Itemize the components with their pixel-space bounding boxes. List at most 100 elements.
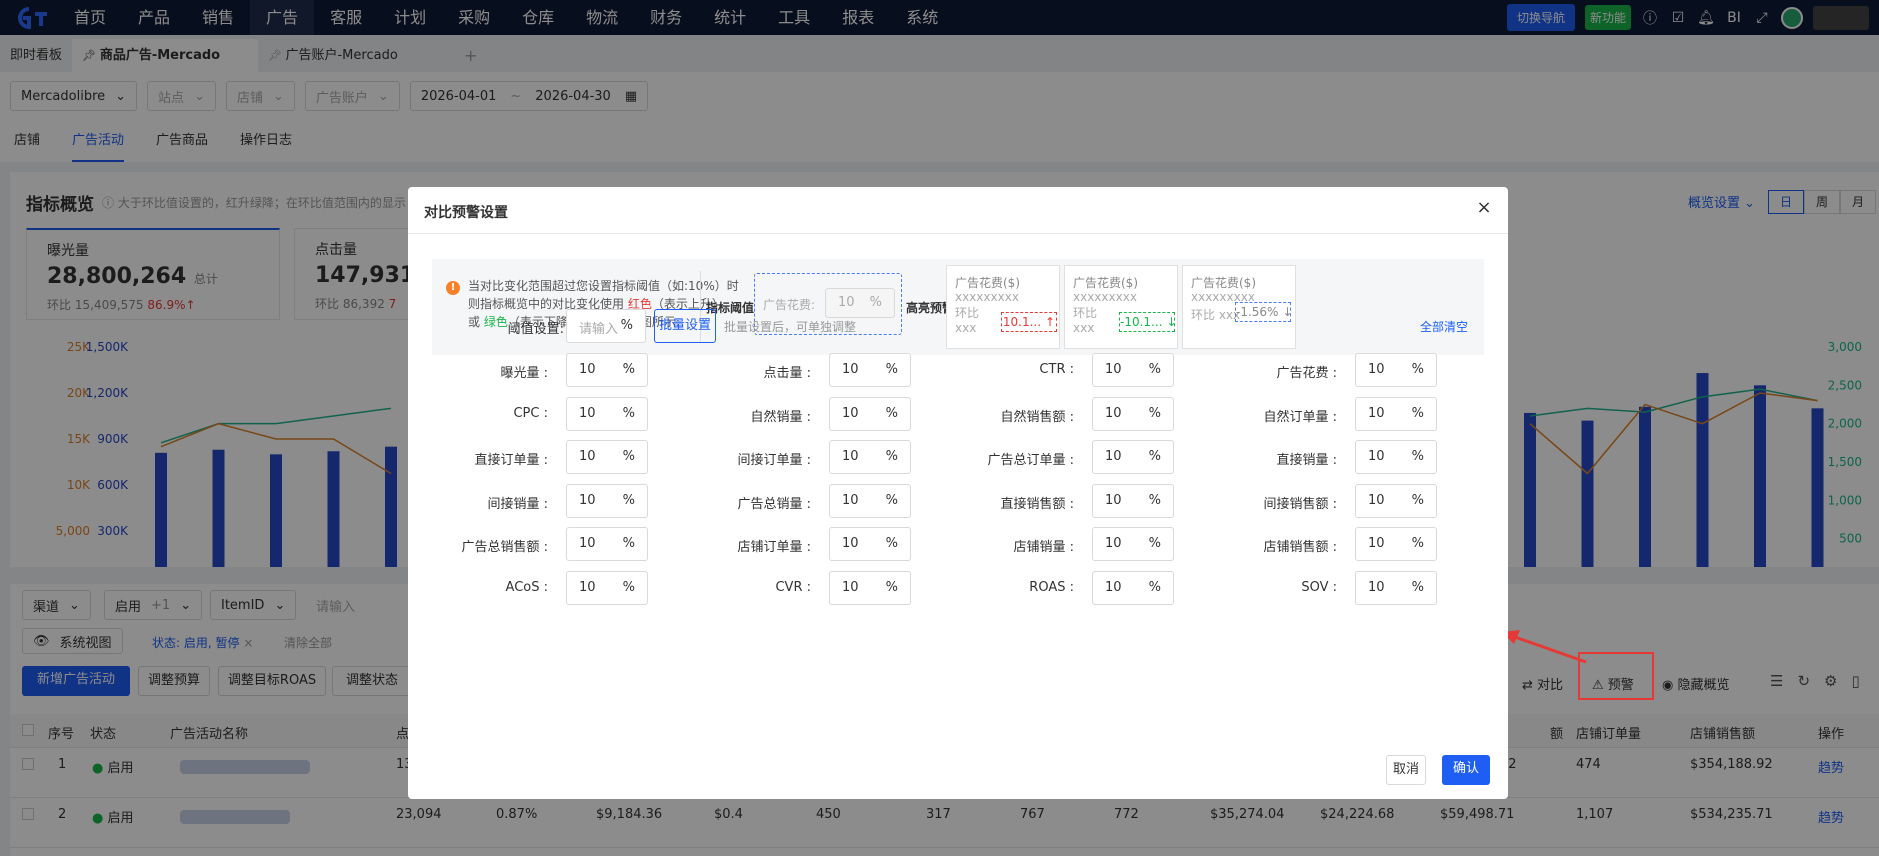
field-label: 自然订单量 : [1207,406,1337,425]
threshold-field-input[interactable]: 10% [566,440,648,474]
field-colon: : [539,496,548,512]
example-card-title: 广告花费($) [1073,276,1138,290]
field-colon: : [1328,366,1337,381]
threshold-input[interactable]: 请输入% [566,309,646,343]
threshold-field-input[interactable]: 10% [829,353,911,387]
close-icon[interactable]: × [1474,197,1494,218]
field-pct: % [1411,449,1424,464]
confirm-button[interactable]: 确认 [1442,755,1490,785]
field-value: 10 [842,492,859,508]
field-colon: : [802,366,811,381]
field-pct: % [1411,362,1424,377]
field-label: 直接订单量 : [418,449,548,468]
field-label-text: 直接销量 [1276,453,1329,468]
field-value: 10 [842,579,859,595]
field-label-text: CPC [513,405,540,421]
field-label: 店铺销量 : [944,536,1074,555]
threshold-placeholder: 请输入 [579,322,619,337]
example-card-title: 广告花费($) [1191,276,1256,290]
arrow-down-icon: ↓ [1166,315,1177,329]
threshold-field-input[interactable]: 10% [1092,483,1174,518]
field-value: 10 [1368,405,1385,421]
field-pct: % [1148,405,1161,421]
threshold-field-input[interactable]: 10% [829,440,911,474]
field-pct: % [885,579,898,595]
threshold-field-input[interactable]: 10% [1355,570,1437,605]
threshold-field-input[interactable]: 10% [1355,440,1437,474]
field-label-text: 自然销量 [750,409,803,425]
ring-value: xxx [955,321,977,335]
ring-label: 环比 [1073,306,1098,320]
field-value: 10 [842,362,859,377]
threshold-field-input[interactable]: 10% [829,483,911,518]
cancel-button[interactable]: 取消 [1386,755,1426,785]
field-value: 10 [842,449,859,464]
field-pct: % [1148,536,1161,551]
example-badge: -10.1... ↓ [1119,312,1177,332]
field-colon: : [1065,579,1074,595]
field-colon: : [802,496,811,512]
threshold-field-input[interactable]: 10% [1092,527,1174,561]
example-field: 广告花费: [763,298,816,312]
field-label-text: 自然订单量 [1263,409,1329,425]
field-pct: % [885,536,898,551]
field-label-text: CVR [775,579,803,595]
field-label: ACoS : [418,580,548,595]
field-pct: % [1148,362,1161,377]
field-label-text: 间接订单量 [737,453,803,468]
annotation-arrow [1502,630,1587,664]
field-pct: % [622,536,635,551]
field-label-text: 直接订单量 [474,453,540,468]
field-colon: : [1065,453,1074,468]
field-colon: : [1065,409,1074,425]
alert-settings-dialog: 对比预警设置 × ! 当对比变化范围超过您设置指标阈值（如:10%）时 则指标概… [408,187,1508,799]
field-value: 10 [579,492,596,508]
threshold-field-input[interactable]: 10% [566,396,648,431]
field-pct: % [622,492,635,508]
field-value: 10 [1105,362,1122,377]
field-value: 10 [1368,536,1385,551]
field-colon: : [802,540,811,555]
threshold-field-input[interactable]: 10% [1355,396,1437,431]
threshold-field-input[interactable]: 10% [1355,527,1437,561]
field-value: 10 [1368,362,1385,377]
field-label-text: SOV [1301,579,1329,595]
batch-set-button[interactable]: 批量设置 [654,309,716,343]
threshold-field-input[interactable]: 10% [566,483,648,518]
example-card-value: xxxxxxxxx [955,290,1019,304]
info-line-1: 当对比变化范围超过您设置指标阈值（如:10%）时 [468,279,739,293]
threshold-field-input[interactable]: 10% [1092,570,1174,605]
field-pct: % [885,492,898,508]
threshold-field-input[interactable]: 10% [566,527,648,561]
field-label: 广告总销量 : [681,493,811,512]
threshold-field-input[interactable]: 10% [566,353,648,387]
field-value: 10 [579,362,596,377]
field-value: 10 [1368,579,1385,595]
field-pct: % [622,362,635,377]
example-input: 10% [825,288,895,318]
field-label-text: 直接销售额 [1000,496,1066,512]
field-label: 自然销量 : [681,406,811,425]
batch-hint: 批量设置后，可单独调整 [724,320,857,334]
threshold-field-input[interactable]: 10% [1092,353,1174,387]
threshold-field-input[interactable]: 10% [1355,353,1437,387]
badge-value: -10.1... [1120,315,1163,329]
field-label: 直接销量 : [1207,449,1337,468]
field-pct: % [1148,492,1161,508]
warning-icon: ! [446,281,460,295]
threshold-field-input[interactable]: 10% [1355,483,1437,518]
threshold-field-input[interactable]: 10% [1092,440,1174,474]
field-pct: % [1411,405,1424,421]
field-colon: : [539,453,548,468]
field-label: SOV : [1207,580,1337,595]
threshold-field-input[interactable]: 10% [829,570,911,605]
threshold-field-input[interactable]: 10% [566,570,648,605]
clear-all-button[interactable]: 全部清空 [1420,318,1468,335]
field-label: 广告总销售额 : [418,536,548,555]
field-value: 10 [579,449,596,464]
threshold-field-input[interactable]: 10% [829,396,911,431]
threshold-field-input[interactable]: 10% [1092,396,1174,431]
field-value: 10 [1105,579,1122,595]
threshold-field-input[interactable]: 10% [829,527,911,561]
field-pct: % [1411,492,1424,508]
